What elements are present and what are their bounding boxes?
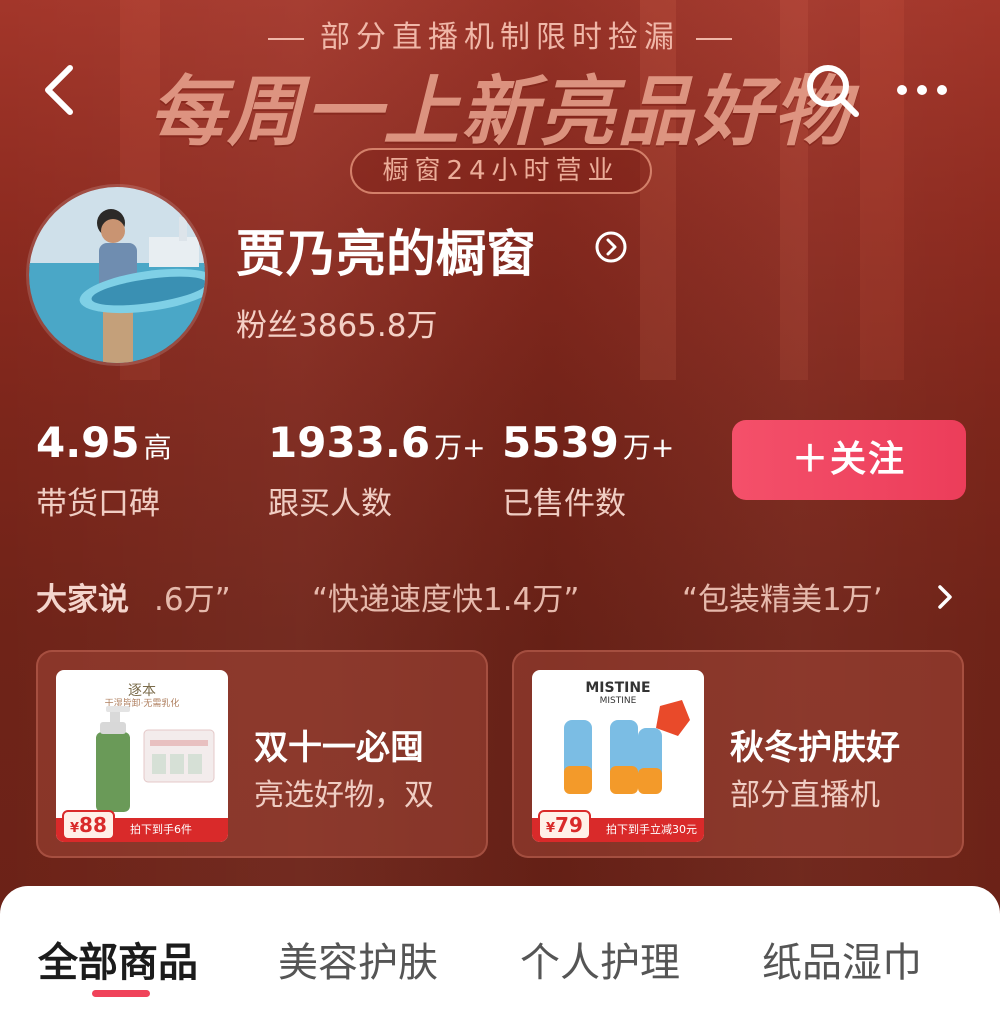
product-image: MISTINE MISTINE 拍下到手立减30元 ¥79 <box>532 670 704 842</box>
reviews-bar[interactable]: 大家说 .6万” “快递速度快1.4万” “包装精美1万’ <box>36 574 976 616</box>
stat-unit: 高 <box>143 431 172 464</box>
stat-unit: 万+ <box>622 431 675 464</box>
review-tag: “包装精美1万’ <box>682 582 883 616</box>
more-dots-icon <box>897 85 947 95</box>
tab-all-products[interactable]: 全部商品 <box>38 930 198 988</box>
reviews-title: 大家说 <box>36 582 129 616</box>
chevron-left-icon <box>45 65 73 115</box>
product-price: ¥79 <box>538 810 591 840</box>
review-tag: “快递速度快1.4万” <box>312 582 580 616</box>
search-button[interactable] <box>804 62 862 120</box>
promo-card[interactable]: MISTINE MISTINE 拍下到手立减30元 ¥79 秋冬护肤好 部分直播… <box>512 650 964 858</box>
tab-beauty-skincare[interactable]: 美容护肤 <box>278 930 438 988</box>
follow-button[interactable]: ＋关注 <box>732 420 966 500</box>
product-image: 逐本 干湿皆卸·无需乳化 拍下到手6件 ¥88 <box>56 670 228 842</box>
shop-name[interactable]: 贾乃亮的橱窗 <box>236 214 536 286</box>
product-price: ¥88 <box>62 810 115 840</box>
tab-personal-care[interactable]: 个人护理 <box>520 930 680 988</box>
price-currency: ¥ <box>70 821 80 836</box>
promo-subtitle: 亮选好物，双 <box>254 778 434 813</box>
active-tab-indicator <box>92 990 150 997</box>
price-currency: ¥ <box>546 821 556 836</box>
chevron-right-circle-icon <box>595 231 627 263</box>
avatar[interactable] <box>26 184 208 366</box>
stat-label: 带货口碑 <box>36 486 160 522</box>
stat-value: 4.95 <box>36 418 140 467</box>
chevron-right-icon <box>938 585 952 609</box>
fans-count: 粉丝3865.8万 <box>236 308 438 344</box>
stat-unit: 万+ <box>434 431 486 464</box>
search-icon <box>807 65 859 117</box>
tab-tissues-wipes[interactable]: 纸品湿巾 <box>762 930 922 988</box>
avatar-photo <box>29 187 205 363</box>
promo-title: 双十一必囤 <box>254 728 424 768</box>
reviews-more-button[interactable] <box>934 582 956 612</box>
stat-value: 5539 <box>502 418 619 467</box>
promo-subtitle: 部分直播机 <box>730 778 880 813</box>
stat-label: 跟买人数 <box>268 486 392 522</box>
review-tag: .6万” <box>154 582 231 616</box>
shop-detail-button[interactable] <box>594 230 628 264</box>
divider <box>696 37 732 40</box>
price-value: 88 <box>79 813 107 837</box>
stat-followers: 1933.6 万+ 跟买人数 <box>268 418 486 522</box>
back-button[interactable] <box>38 62 88 118</box>
stat-value: 1933.6 <box>268 418 431 467</box>
stat-sold: 5539 万+ 已售件数 <box>502 418 675 522</box>
category-tab-bar: 全部商品 美容护肤 个人护理 纸品湿巾 <box>0 886 1000 1028</box>
stat-reputation: 4.95 高 带货口碑 <box>36 418 172 522</box>
stat-label: 已售件数 <box>502 486 626 522</box>
promo-title: 秋冬护肤好 <box>730 728 900 768</box>
more-button[interactable] <box>892 70 952 110</box>
banner-pill: 橱窗24小时营业 <box>350 148 652 194</box>
divider <box>268 37 304 40</box>
price-value: 79 <box>555 813 583 837</box>
promo-card[interactable]: 逐本 干湿皆卸·无需乳化 拍下到手6件 ¥88 双十一必囤 亮选好物，双 <box>36 650 488 858</box>
